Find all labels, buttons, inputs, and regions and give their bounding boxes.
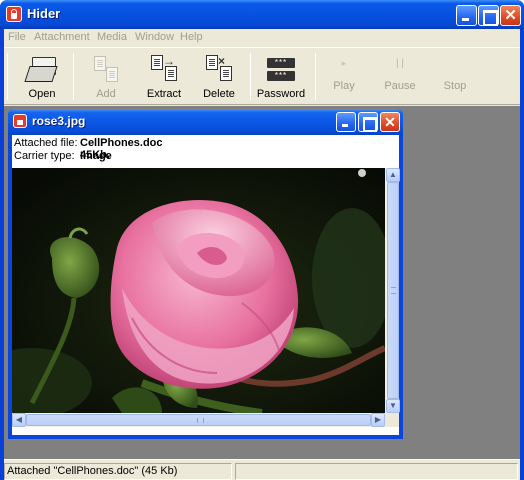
document-body: Attached file: CellPhones.doc 45Kb. Carr… (12, 135, 400, 435)
horizontal-scrollbar[interactable]: ◀ ▶ (12, 413, 385, 427)
carrier-type-label: Carrier type: (14, 150, 75, 162)
password-mask-text: *** (267, 71, 295, 81)
close-button[interactable]: ✕ (500, 5, 521, 26)
close-icon: ✕ (384, 114, 396, 130)
status-pane-empty (235, 463, 518, 480)
document-lock-icon[interactable] (13, 114, 27, 128)
title-bar[interactable]: Hider ✕ (0, 0, 524, 29)
horizontal-scroll-thumb[interactable] (26, 414, 371, 426)
client-area: File Attachment Media Window Help Open A… (4, 29, 520, 480)
play-button[interactable]: ▸ Play (321, 52, 367, 102)
toolbar-separator (73, 53, 74, 100)
delete-button[interactable]: × Delete (194, 52, 244, 102)
add-button[interactable]: Add (81, 52, 131, 102)
mdi-workspace: rose3.jpg ✕ Attached file: CellPhones.do… (4, 106, 520, 459)
pause-button[interactable]: | | Pause (378, 52, 422, 102)
stop-button[interactable]: Stop (433, 52, 477, 102)
password-mask-text: *** (267, 58, 295, 68)
extract-file-icon: → (147, 54, 181, 84)
document-close-button[interactable]: ✕ (380, 112, 400, 132)
menu-bar: File Attachment Media Window Help (4, 29, 520, 47)
scroll-up-button[interactable]: ▲ (386, 168, 400, 182)
rose-image (12, 168, 385, 413)
minimize-button[interactable] (456, 5, 477, 26)
document-maximize-button[interactable] (358, 112, 378, 132)
maximize-button[interactable] (478, 5, 499, 26)
carrier-image-view[interactable] (12, 168, 385, 413)
document-title: rose3.jpg (32, 114, 86, 128)
carrier-type-value: Image (80, 150, 112, 162)
app-lock-icon[interactable] (6, 6, 22, 22)
main-window: Hider ✕ File Attachment Media Window Hel… (0, 0, 524, 480)
play-label: Play (333, 80, 355, 92)
add-label: Add (96, 88, 116, 100)
open-folder-icon (24, 54, 59, 84)
stop-label: Stop (443, 80, 467, 92)
attached-file-label: Attached file: (14, 137, 78, 149)
delete-label: Delete (203, 88, 235, 100)
app-title: Hider (27, 6, 61, 21)
pause-label: Pause (384, 80, 416, 92)
menu-file[interactable]: File (8, 31, 26, 43)
carrier-type-row: Carrier type: Image (14, 150, 112, 162)
extract-label: Extract (146, 88, 182, 100)
menu-attachment[interactable]: Attachment (34, 31, 90, 43)
toolbar-separator (7, 53, 8, 100)
document-title-bar[interactable]: rose3.jpg ✕ (8, 109, 403, 135)
status-message: Attached "CellPhones.doc" (45 Kb) (4, 463, 232, 480)
scroll-down-button[interactable]: ▼ (386, 399, 400, 413)
delete-file-icon: × (202, 54, 236, 84)
scroll-left-button[interactable]: ◀ (12, 413, 26, 427)
password-icon: *** *** (264, 54, 298, 84)
extract-button[interactable]: → Extract (138, 52, 190, 102)
password-label: Password (256, 88, 306, 100)
menu-help[interactable]: Help (180, 31, 203, 43)
size-grip[interactable] (385, 413, 399, 427)
attached-file-row: Attached file: CellPhones.doc 45Kb. (14, 137, 163, 161)
password-button[interactable]: *** *** Password (254, 52, 308, 102)
vertical-scroll-thumb[interactable] (387, 182, 399, 399)
toolbar-separator (315, 53, 316, 100)
scroll-right-button[interactable]: ▶ (371, 413, 385, 427)
status-bar: Attached "CellPhones.doc" (45 Kb) (4, 459, 520, 480)
menu-window[interactable]: Window (135, 31, 174, 43)
open-button[interactable]: Open (17, 52, 67, 102)
open-label: Open (28, 88, 56, 100)
close-icon: ✕ (504, 7, 517, 24)
toolbar-separator (250, 53, 251, 100)
add-file-icon (89, 54, 123, 84)
toolbar: Open Add → Extract × Delete *** *** Pass… (4, 47, 520, 105)
menu-media[interactable]: Media (97, 31, 127, 43)
document-window: rose3.jpg ✕ Attached file: CellPhones.do… (8, 109, 403, 439)
vertical-scrollbar[interactable]: ▲ ▼ (385, 168, 400, 413)
document-minimize-button[interactable] (336, 112, 356, 132)
